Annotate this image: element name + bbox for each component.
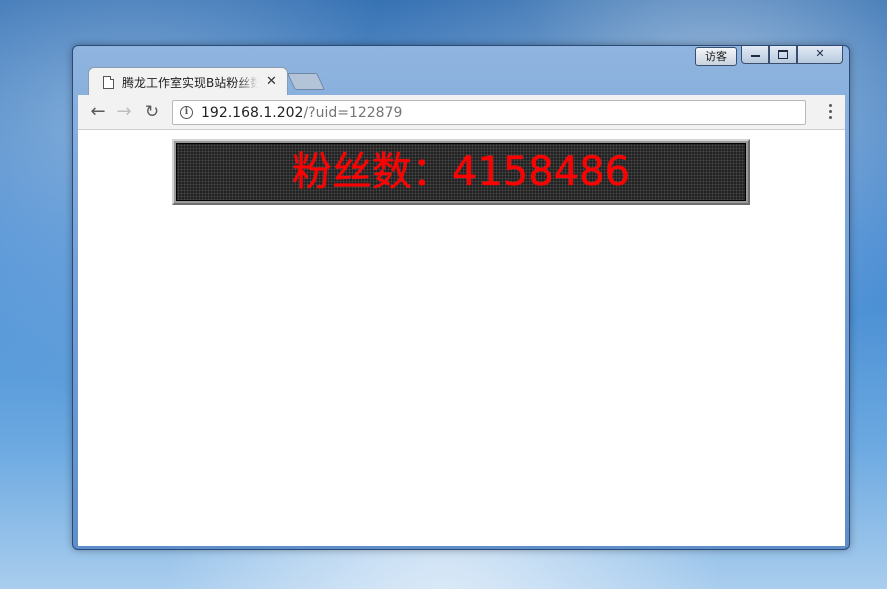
window-caption-buttons: 访客 ✕ xyxy=(695,46,843,66)
back-button[interactable]: ← xyxy=(86,101,110,123)
follower-separator: ： xyxy=(411,149,452,195)
browser-window: 访客 ✕ 腾龙工作室实现B站粉丝数显示 ✕ ← → ↻ i 192.168.1.… xyxy=(72,45,850,550)
reload-icon: ↻ xyxy=(144,102,160,122)
new-tab-button[interactable] xyxy=(287,73,325,90)
page-viewport: 粉丝数：4158486 xyxy=(78,130,845,546)
url-text[interactable]: 192.168.1.202/?uid=122879 xyxy=(201,105,402,121)
forward-button[interactable]: → xyxy=(112,101,136,123)
desktop-background: 访客 ✕ 腾龙工作室实现B站粉丝数显示 ✕ ← → ↻ i 192.168.1.… xyxy=(0,0,887,589)
info-icon[interactable]: i xyxy=(180,106,193,119)
tab-title: 腾龙工作室实现B站粉丝数显示 xyxy=(122,75,258,90)
arrow-right-icon: → xyxy=(116,101,132,122)
close-icon: ✕ xyxy=(815,47,825,60)
reload-button[interactable]: ↻ xyxy=(140,101,164,123)
maximize-button[interactable] xyxy=(769,46,797,64)
tab-active[interactable]: 腾龙工作室实现B站粉丝数显示 ✕ xyxy=(88,67,288,95)
minimize-icon xyxy=(750,55,760,57)
minimize-button[interactable] xyxy=(741,46,769,64)
tab-close-icon[interactable]: ✕ xyxy=(266,73,277,91)
browser-toolbar: ← → ↻ i 192.168.1.202/?uid=122879 xyxy=(78,95,845,130)
follower-count-text: 粉丝数：4158486 xyxy=(292,147,630,197)
address-bar[interactable]: i 192.168.1.202/?uid=122879 xyxy=(172,100,806,125)
url-host: 192.168.1.202 xyxy=(201,104,304,121)
led-display-board: 粉丝数：4158486 xyxy=(176,143,746,201)
page-icon xyxy=(103,75,114,89)
led-display-frame: 粉丝数：4158486 xyxy=(172,139,750,205)
guest-profile-button[interactable]: 访客 xyxy=(695,47,737,66)
browser-menu-button[interactable] xyxy=(821,101,839,123)
kebab-menu-icon xyxy=(821,104,839,119)
maximize-icon xyxy=(778,49,788,59)
url-path: /?uid=122879 xyxy=(303,104,403,121)
follower-label: 粉丝数 xyxy=(291,149,412,195)
close-window-button[interactable]: ✕ xyxy=(797,46,843,64)
follower-count-value: 4158486 xyxy=(451,149,631,195)
arrow-left-icon: ← xyxy=(90,101,106,122)
